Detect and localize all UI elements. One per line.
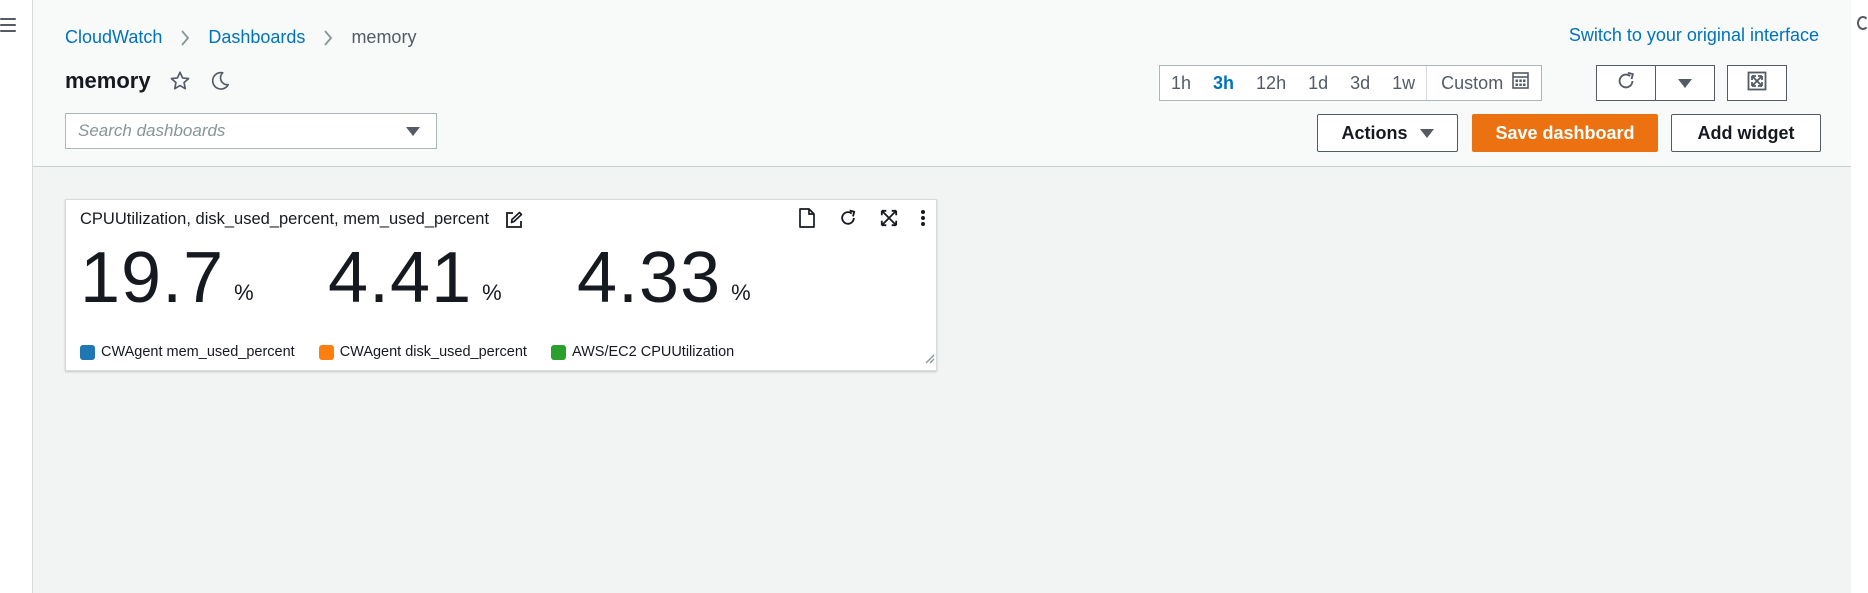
refresh-button-group bbox=[1596, 65, 1715, 101]
actions-button[interactable]: Actions bbox=[1317, 114, 1458, 152]
caret-down-icon bbox=[1419, 128, 1434, 138]
moon-icon[interactable] bbox=[209, 70, 231, 92]
refresh-options-dropdown[interactable] bbox=[1656, 66, 1714, 100]
left-rail bbox=[0, 0, 33, 593]
legend-item[interactable]: AWS/EC2 CPUUtilization bbox=[550, 344, 735, 360]
fullscreen-button[interactable] bbox=[1727, 65, 1787, 101]
search-placeholder: Search dashboards bbox=[78, 121, 226, 140]
legend-label: CWAgent disk_used_percent bbox=[339, 344, 527, 360]
custom-time-range-button[interactable]: Custom bbox=[1426, 66, 1541, 100]
widget-title: CPUUtilization, disk_used_percent, mem_u… bbox=[80, 210, 490, 228]
metric-number: 19.7 bbox=[80, 238, 225, 318]
menu-icon[interactable] bbox=[0, 18, 16, 32]
breadcrumb-dashboards[interactable]: Dashboards bbox=[208, 27, 305, 48]
page-title: memory bbox=[65, 68, 151, 93]
breadcrumb-current: memory bbox=[351, 27, 417, 47]
chevron-right-icon bbox=[180, 29, 190, 46]
metric-unit: % bbox=[234, 280, 254, 305]
chevron-right-icon bbox=[323, 29, 333, 46]
search-dashboards-input[interactable]: Search dashboards bbox=[65, 113, 437, 149]
widget-actions bbox=[776, 208, 926, 228]
metric-number: 4.33 bbox=[577, 238, 722, 318]
more-options-icon[interactable] bbox=[920, 209, 926, 227]
star-icon[interactable] bbox=[169, 70, 191, 92]
save-dashboard-button[interactable]: Save dashboard bbox=[1472, 114, 1658, 152]
add-widget-button[interactable]: Add widget bbox=[1671, 114, 1821, 152]
time-range-selector: 1h 3h 12h 1d 3d 1w Custom bbox=[1159, 65, 1543, 101]
time-range-1w[interactable]: 1w bbox=[1381, 66, 1426, 100]
legend-label: AWS/EC2 CPUUtilization bbox=[571, 344, 735, 360]
expand-icon[interactable] bbox=[880, 209, 898, 227]
fullscreen-icon bbox=[1747, 71, 1767, 96]
time-range-1d[interactable]: 1d bbox=[1297, 66, 1339, 100]
legend-label: CWAgent mem_used_percent bbox=[101, 344, 295, 360]
legend-swatch bbox=[80, 344, 95, 360]
resize-handle-icon[interactable] bbox=[923, 351, 935, 369]
edit-icon[interactable] bbox=[505, 211, 523, 229]
right-edge bbox=[1851, 0, 1868, 593]
time-range-3d[interactable]: 3d bbox=[1339, 66, 1381, 100]
custom-label: Custom bbox=[1441, 72, 1504, 93]
metric-number: 4.41 bbox=[328, 238, 473, 318]
switch-interface-link[interactable]: Switch to your original interface bbox=[1569, 25, 1819, 46]
file-icon[interactable] bbox=[798, 208, 816, 228]
help-icon[interactable] bbox=[1857, 16, 1868, 30]
legend-item[interactable]: CWAgent disk_used_percent bbox=[318, 344, 527, 360]
number-widget[interactable]: CPUUtilization, disk_used_percent, mem_u… bbox=[65, 199, 937, 371]
widget-legend: CWAgent mem_used_percent CWAgent disk_us… bbox=[80, 344, 758, 360]
title-row: memory bbox=[65, 68, 231, 94]
actions-label: Actions bbox=[1341, 122, 1408, 143]
breadcrumb: CloudWatch Dashboards memory bbox=[65, 27, 416, 48]
breadcrumb-cloudwatch[interactable]: CloudWatch bbox=[65, 27, 162, 48]
metric-unit: % bbox=[731, 280, 751, 305]
caret-down-icon bbox=[1678, 78, 1692, 88]
metric-value-1: 19.7 % bbox=[80, 238, 254, 318]
calendar-icon bbox=[1512, 72, 1529, 94]
time-range-12h[interactable]: 12h bbox=[1245, 66, 1297, 100]
refresh-icon bbox=[1615, 70, 1637, 97]
legend-swatch bbox=[550, 344, 566, 360]
widget-title-row: CPUUtilization, disk_used_percent, mem_u… bbox=[80, 210, 523, 229]
time-range-3h[interactable]: 3h bbox=[1202, 66, 1245, 100]
metric-value-3: 4.33 % bbox=[577, 238, 751, 318]
time-range-1h[interactable]: 1h bbox=[1160, 66, 1202, 100]
legend-swatch bbox=[318, 344, 334, 360]
metric-value-2: 4.41 % bbox=[328, 238, 502, 318]
refresh-button[interactable] bbox=[1597, 66, 1656, 100]
legend-item[interactable]: CWAgent mem_used_percent bbox=[80, 344, 295, 360]
refresh-icon[interactable] bbox=[838, 208, 858, 228]
metric-unit: % bbox=[482, 280, 502, 305]
caret-down-icon[interactable] bbox=[406, 126, 420, 136]
